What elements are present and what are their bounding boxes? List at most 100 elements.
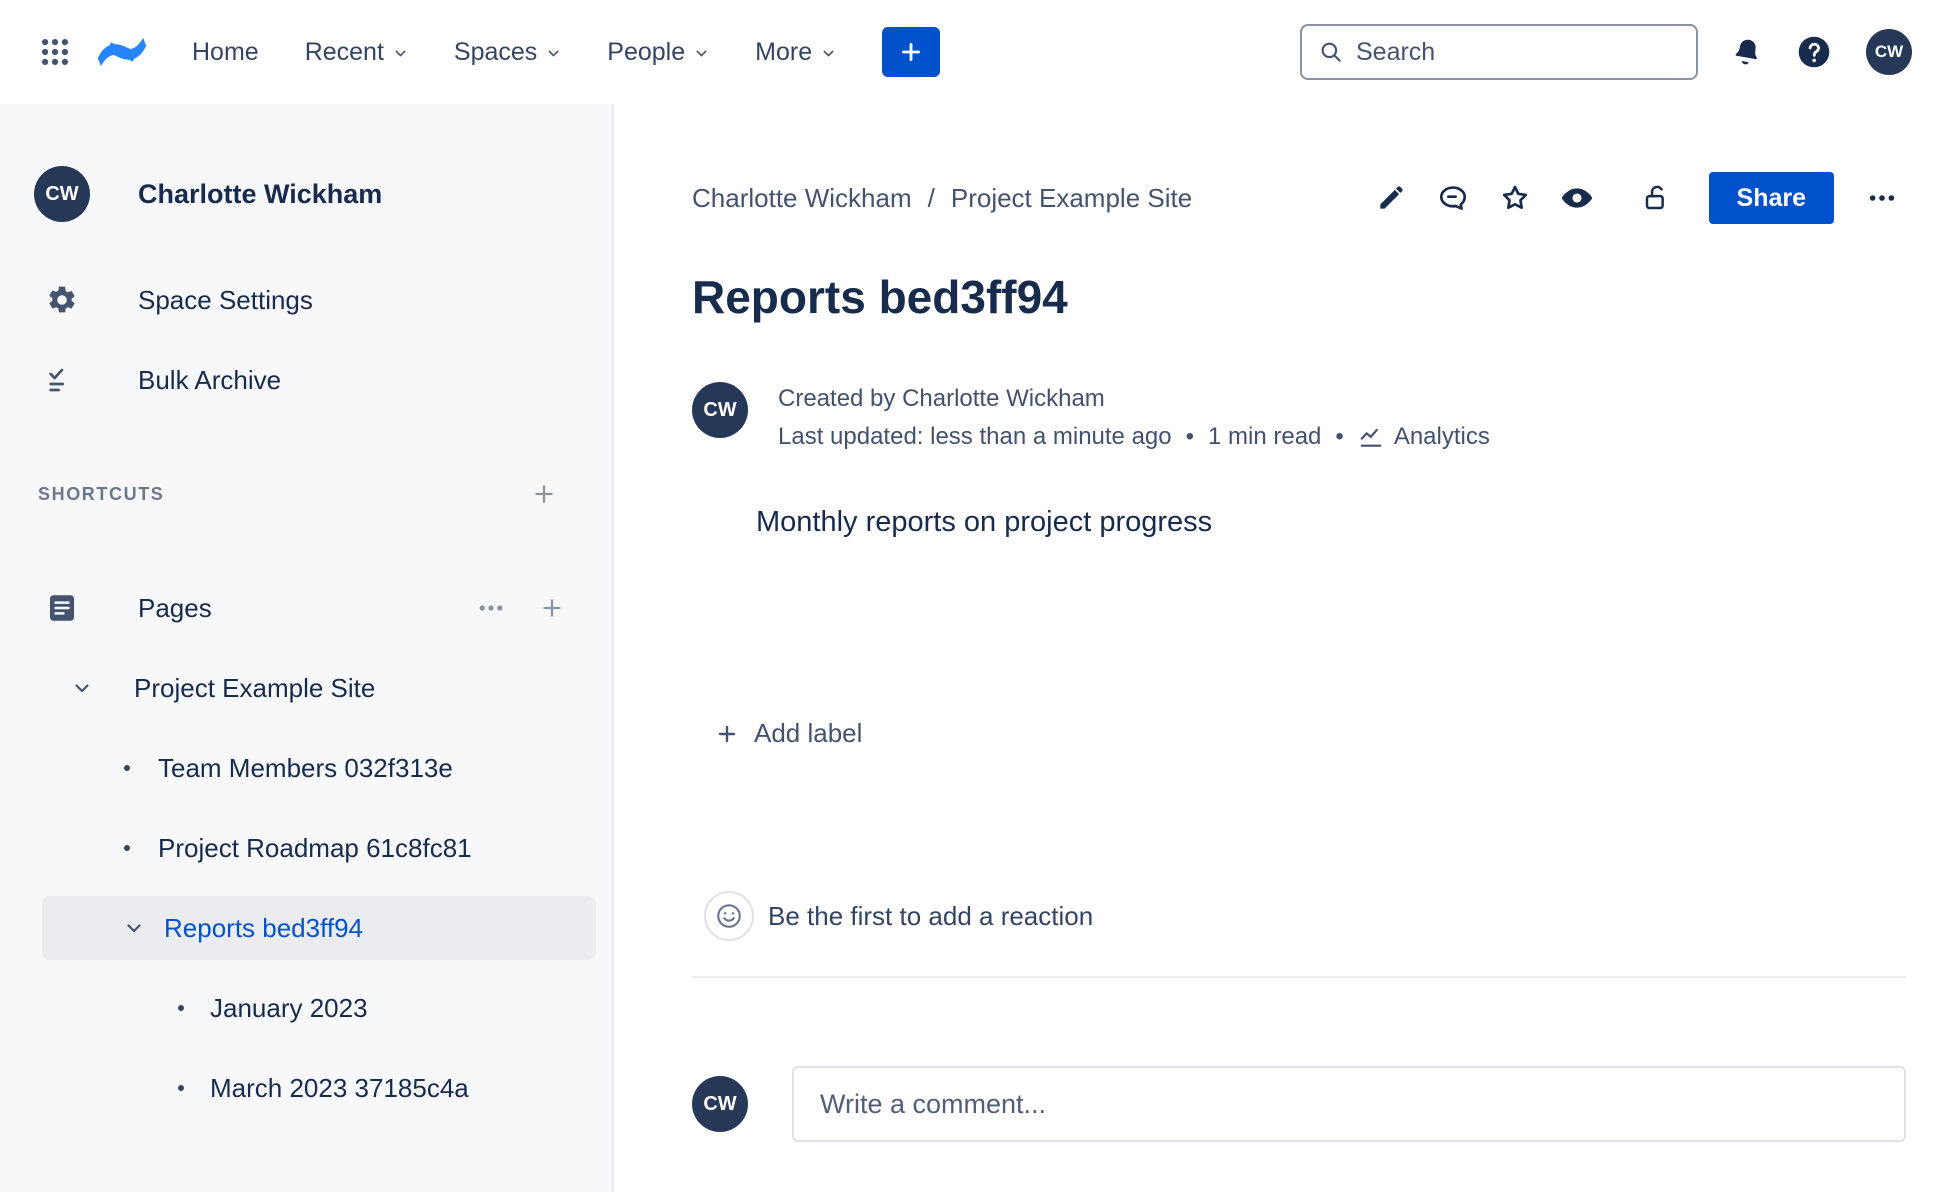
analytics-link[interactable]: Analytics bbox=[1358, 422, 1490, 452]
author-avatar: CW bbox=[692, 382, 748, 438]
more-actions-icon[interactable] bbox=[1858, 174, 1906, 222]
space-settings-label: Space Settings bbox=[138, 284, 313, 315]
tree-item-march-2023[interactable]: March 2023 37185c4a bbox=[0, 1048, 612, 1128]
pages-more-icon[interactable] bbox=[476, 593, 506, 623]
nav-people[interactable]: People bbox=[607, 38, 709, 67]
tree-item-january-2023[interactable]: January 2023 bbox=[0, 968, 612, 1048]
shortcuts-header-label: SHORTCUTS bbox=[38, 483, 165, 504]
tree-item-label: January 2023 bbox=[210, 992, 368, 1023]
byline: CW Created by Charlotte Wickham Last upd… bbox=[692, 382, 1906, 452]
comment-input[interactable] bbox=[792, 1066, 1906, 1142]
sidebar-item-space-settings[interactable]: Space Settings bbox=[0, 260, 612, 340]
meta-separator: • bbox=[1335, 423, 1344, 450]
analytics-chart-icon bbox=[1360, 428, 1382, 447]
share-label: Share bbox=[1736, 183, 1806, 212]
app-switcher-icon[interactable] bbox=[38, 35, 72, 69]
author-avatar-initials: CW bbox=[703, 398, 737, 421]
sidebar-item-bulk-archive[interactable]: Bulk Archive bbox=[0, 340, 612, 420]
add-label-text: Add label bbox=[754, 718, 863, 748]
analytics-label: Analytics bbox=[1393, 423, 1490, 450]
content-divider bbox=[692, 976, 1906, 978]
plus-icon bbox=[902, 43, 921, 61]
meta-separator: • bbox=[1185, 423, 1195, 450]
reaction-row: Be the first to add a reaction bbox=[704, 891, 1906, 941]
space-header[interactable]: CW Charlotte Wickham bbox=[0, 154, 612, 234]
gear-icon bbox=[34, 284, 90, 316]
tree-item-label: Project Example Site bbox=[134, 672, 376, 703]
edit-pencil-icon[interactable] bbox=[1367, 174, 1415, 222]
tree-item-team-members[interactable]: Team Members 032f313e bbox=[0, 728, 612, 808]
watch-eye-icon[interactable] bbox=[1553, 174, 1601, 222]
nav-more[interactable]: More bbox=[755, 38, 836, 67]
pages-row-actions bbox=[476, 593, 566, 623]
comment-bubble-icon[interactable] bbox=[1429, 174, 1477, 222]
space-avatar: CW bbox=[34, 166, 90, 222]
user-avatar-initials: CW bbox=[1874, 42, 1904, 61]
created-by-text: Created by Charlotte Wickham bbox=[778, 385, 1105, 412]
tree-item-reports-selected[interactable]: Reports bed3ff94 bbox=[42, 896, 596, 960]
add-shortcut-icon[interactable] bbox=[530, 480, 558, 508]
topbar-right-cluster: CW bbox=[1300, 24, 1912, 80]
bullet-icon bbox=[178, 1085, 184, 1091]
shortcuts-section-header: SHORTCUTS bbox=[0, 470, 612, 518]
chevron-down-icon bbox=[696, 50, 707, 57]
reaction-prompt: Be the first to add a reaction bbox=[768, 900, 1094, 931]
page-body-text: Monthly reports on project progress bbox=[756, 506, 1213, 538]
add-reaction-smiley-icon[interactable] bbox=[704, 891, 754, 941]
star-icon[interactable] bbox=[1491, 174, 1539, 222]
comment-row: CW bbox=[692, 1066, 1906, 1142]
commenter-avatar: CW bbox=[692, 1076, 748, 1132]
tree-item-project-roadmap[interactable]: Project Roadmap 61c8fc81 bbox=[0, 808, 612, 888]
create-button[interactable] bbox=[882, 27, 941, 77]
page-title: Reports bed3ff94 bbox=[692, 271, 1068, 323]
space-avatar-initials: CW bbox=[45, 182, 79, 205]
nav-recent[interactable]: Recent bbox=[305, 38, 408, 67]
space-sidebar: CW Charlotte Wickham Space Settings Bulk… bbox=[0, 104, 614, 1192]
primary-nav: Home Recent Spaces People More bbox=[192, 38, 836, 67]
unlocked-padlock-icon[interactable] bbox=[1633, 174, 1681, 222]
pages-label: Pages bbox=[138, 592, 212, 623]
add-page-icon[interactable] bbox=[538, 594, 566, 622]
bullet-icon bbox=[124, 765, 130, 771]
search-box bbox=[1300, 24, 1698, 80]
bullet-icon bbox=[124, 845, 130, 851]
confluence-app: Home Recent Spaces People More Search CW… bbox=[0, 0, 1954, 1192]
add-label-button[interactable]: Add label bbox=[714, 718, 862, 749]
chevron-down-icon[interactable] bbox=[122, 916, 146, 940]
bullet-icon bbox=[178, 1005, 184, 1011]
breadcrumb-parent-link[interactable]: Project Example Site bbox=[951, 183, 1192, 214]
tree-item-label: Project Roadmap 61c8fc81 bbox=[158, 832, 472, 863]
breadcrumb-separator: / bbox=[927, 182, 935, 213]
user-avatar[interactable]: CW bbox=[1866, 29, 1912, 75]
help-icon[interactable] bbox=[1796, 34, 1832, 70]
last-updated-text: Last updated: less than a minute ago bbox=[778, 423, 1172, 450]
notifications-bell-icon[interactable] bbox=[1729, 34, 1764, 71]
space-name: Charlotte Wickham bbox=[138, 178, 383, 209]
nav-recent-label: Recent bbox=[304, 37, 384, 66]
sidebar-item-pages[interactable]: Pages bbox=[0, 568, 612, 648]
chevron-down-icon bbox=[823, 50, 834, 57]
breadcrumb: Charlotte Wickham / Project Example Site bbox=[692, 183, 1192, 214]
commenter-avatar-initials: CW bbox=[703, 1092, 737, 1115]
top-navigation-bar: Home Recent Spaces People More Search CW bbox=[0, 0, 1954, 104]
read-time-text: 1 min read bbox=[1208, 423, 1322, 450]
search-icon bbox=[1321, 42, 1341, 62]
share-button[interactable]: Share bbox=[1708, 172, 1834, 224]
bulk-archive-label: Bulk Archive bbox=[138, 364, 282, 395]
breadcrumb-space-link[interactable]: Charlotte Wickham bbox=[692, 183, 912, 214]
nav-spaces[interactable]: Spaces bbox=[454, 38, 561, 67]
plus-icon bbox=[718, 725, 736, 742]
byline-text: Created by Charlotte Wickham Last update… bbox=[778, 382, 1490, 452]
byline-meta: Last updated: less than a minute ago • 1… bbox=[778, 422, 1490, 452]
tree-item-label: March 2023 37185c4a bbox=[210, 1072, 469, 1103]
tree-item-project-example-site[interactable]: Project Example Site bbox=[0, 648, 612, 728]
nav-spaces-label: Spaces bbox=[453, 37, 538, 66]
page-tree: Project Example Site Team Members 032f31… bbox=[0, 648, 612, 1128]
pages-icon bbox=[34, 591, 90, 625]
confluence-logo-icon[interactable] bbox=[96, 28, 148, 76]
chevron-down-icon bbox=[548, 50, 559, 57]
search-input[interactable] bbox=[1356, 37, 1682, 67]
nav-home[interactable]: Home bbox=[192, 38, 259, 67]
page-content: Charlotte Wickham / Project Example Site bbox=[614, 104, 1954, 1192]
chevron-down-icon[interactable] bbox=[70, 676, 94, 700]
